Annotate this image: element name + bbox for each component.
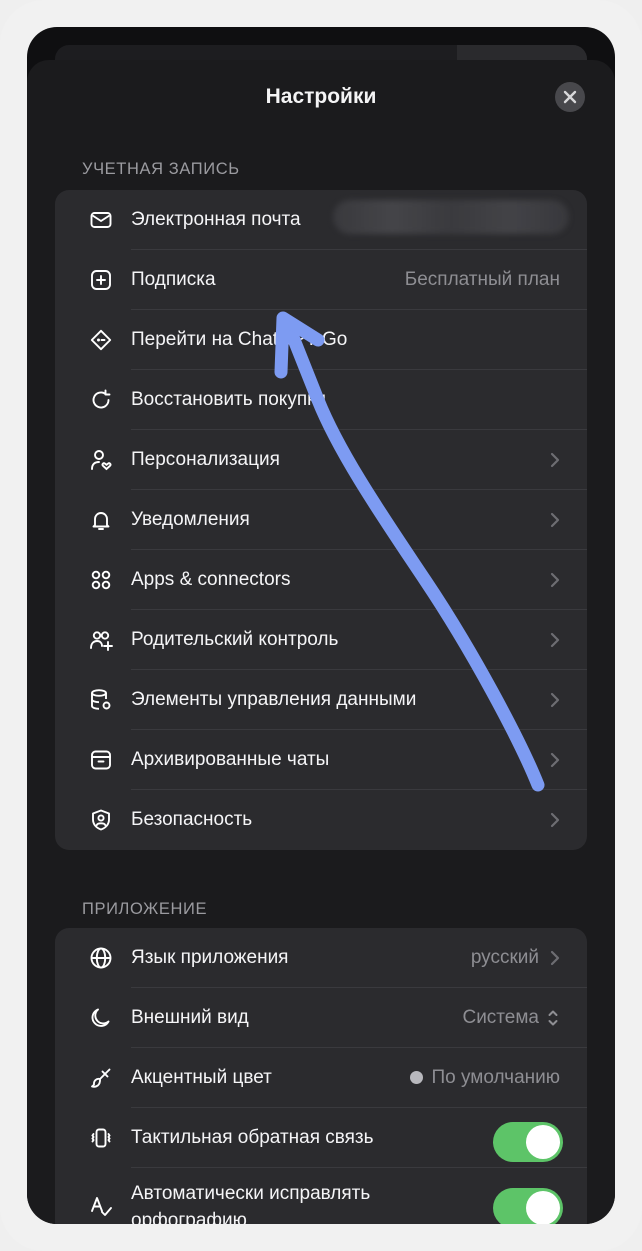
section-label-account: УЧЕТНАЯ ЗАПИСЬ bbox=[82, 160, 240, 178]
row-accent-color[interactable]: Акцентный цвет По умолчанию bbox=[55, 1048, 587, 1108]
row-upgrade-go[interactable]: Перейти на ChatGPT Go bbox=[55, 310, 587, 370]
row-haptic-feedback[interactable]: Тактильная обратная связь bbox=[55, 1108, 587, 1168]
vibrate-icon bbox=[89, 1126, 113, 1150]
plus-square-icon bbox=[89, 268, 113, 292]
person-heart-icon bbox=[89, 448, 113, 472]
row-label: Перейти на ChatGPT Go bbox=[131, 329, 348, 350]
row-label: Восстановить покупки bbox=[131, 389, 327, 410]
toggle-knob bbox=[526, 1191, 560, 1224]
row-parental-control[interactable]: Родительский контроль bbox=[55, 610, 587, 670]
database-gear-icon bbox=[89, 688, 113, 712]
phone-frame: Настройки УЧЕТНАЯ ЗАПИСЬ Электронная поч… bbox=[0, 0, 642, 1251]
row-label: Элементы управления данными bbox=[131, 689, 417, 710]
row-label: Электронная почта bbox=[131, 209, 301, 230]
users-plus-icon bbox=[89, 628, 113, 652]
row-spellcheck[interactable]: Автоматически исправлять орфографию bbox=[55, 1168, 587, 1224]
row-email[interactable]: Электронная почта bbox=[55, 190, 587, 250]
spellcheck-toggle[interactable] bbox=[493, 1188, 563, 1224]
spellcheck-icon bbox=[89, 1194, 113, 1218]
language-value: русский bbox=[470, 947, 539, 968]
globe-icon bbox=[89, 946, 113, 970]
row-personalization[interactable]: Персонализация bbox=[55, 430, 587, 490]
app-group: Язык приложения русский Внешний вид Сист… bbox=[55, 928, 587, 1224]
row-restore-purchases[interactable]: Восстановить покупки bbox=[55, 370, 587, 430]
row-label: Язык приложения bbox=[131, 947, 289, 968]
row-label: Уведомления bbox=[131, 509, 250, 530]
row-label: Apps & connectors bbox=[131, 569, 291, 590]
row-label: Акцентный цвет bbox=[131, 1067, 272, 1088]
redacted-email-value bbox=[333, 200, 569, 234]
appearance-value: Система bbox=[462, 1007, 539, 1028]
accent-color-text: По умолчанию bbox=[431, 1067, 561, 1088]
envelope-icon bbox=[89, 208, 113, 232]
chevron-right-icon bbox=[549, 751, 561, 769]
row-app-language[interactable]: Язык приложения русский bbox=[55, 928, 587, 988]
paint-brush-icon bbox=[89, 1066, 113, 1090]
chevron-right-icon bbox=[549, 631, 561, 649]
haptic-feedback-toggle[interactable] bbox=[493, 1122, 563, 1162]
row-data-controls[interactable]: Элементы управления данными bbox=[55, 670, 587, 730]
row-label: Внешний вид bbox=[131, 1007, 249, 1028]
subscription-plan-value: Бесплатный план bbox=[404, 269, 560, 290]
account-group: Электронная почта Подписка Бесплатный пл… bbox=[55, 190, 587, 850]
close-button[interactable] bbox=[555, 82, 585, 112]
screen: Настройки УЧЕТНАЯ ЗАПИСЬ Электронная поч… bbox=[27, 27, 615, 1224]
row-label: Подписка bbox=[131, 269, 216, 290]
moon-icon bbox=[89, 1006, 113, 1030]
row-apps-connectors[interactable]: Apps & connectors bbox=[55, 550, 587, 610]
tag-icon bbox=[89, 328, 113, 352]
row-appearance[interactable]: Внешний вид Система bbox=[55, 988, 587, 1048]
row-archived-chats[interactable]: Архивированные чаты bbox=[55, 730, 587, 790]
toggle-knob bbox=[526, 1125, 560, 1159]
settings-sheet: Настройки УЧЕТНАЯ ЗАПИСЬ Электронная поч… bbox=[27, 60, 615, 1224]
row-label: Архивированные чаты bbox=[131, 749, 330, 770]
chevron-right-icon bbox=[549, 451, 561, 469]
apps-grid-icon bbox=[89, 568, 113, 592]
archive-icon bbox=[89, 748, 113, 772]
chevron-right-icon bbox=[549, 949, 561, 967]
row-subscription[interactable]: Подписка Бесплатный план bbox=[55, 250, 587, 310]
chevron-right-icon bbox=[549, 811, 561, 829]
chevron-right-icon bbox=[549, 691, 561, 709]
accent-color-dot bbox=[409, 1071, 423, 1084]
accent-color-value: По умолчанию bbox=[409, 1067, 561, 1089]
row-notifications[interactable]: Уведомления bbox=[55, 490, 587, 550]
row-label: Родительский контроль bbox=[131, 629, 339, 650]
bell-icon bbox=[89, 508, 113, 532]
row-label: Автоматически исправлять орфографию bbox=[131, 1183, 371, 1224]
row-label: Персонализация bbox=[131, 449, 280, 470]
close-icon bbox=[563, 90, 577, 104]
row-label: Тактильная обратная связь bbox=[131, 1127, 374, 1148]
refresh-icon bbox=[89, 388, 113, 412]
chevron-up-down-icon bbox=[547, 1008, 559, 1028]
chevron-right-icon bbox=[549, 571, 561, 589]
chevron-right-icon bbox=[549, 511, 561, 529]
row-label: Безопасность bbox=[131, 809, 253, 830]
shield-user-icon bbox=[89, 808, 113, 832]
section-label-app: ПРИЛОЖЕНИЕ bbox=[82, 900, 208, 918]
page-title: Настройки bbox=[265, 85, 377, 108]
sheet-header: Настройки bbox=[27, 60, 615, 138]
row-security[interactable]: Безопасность bbox=[55, 790, 587, 850]
